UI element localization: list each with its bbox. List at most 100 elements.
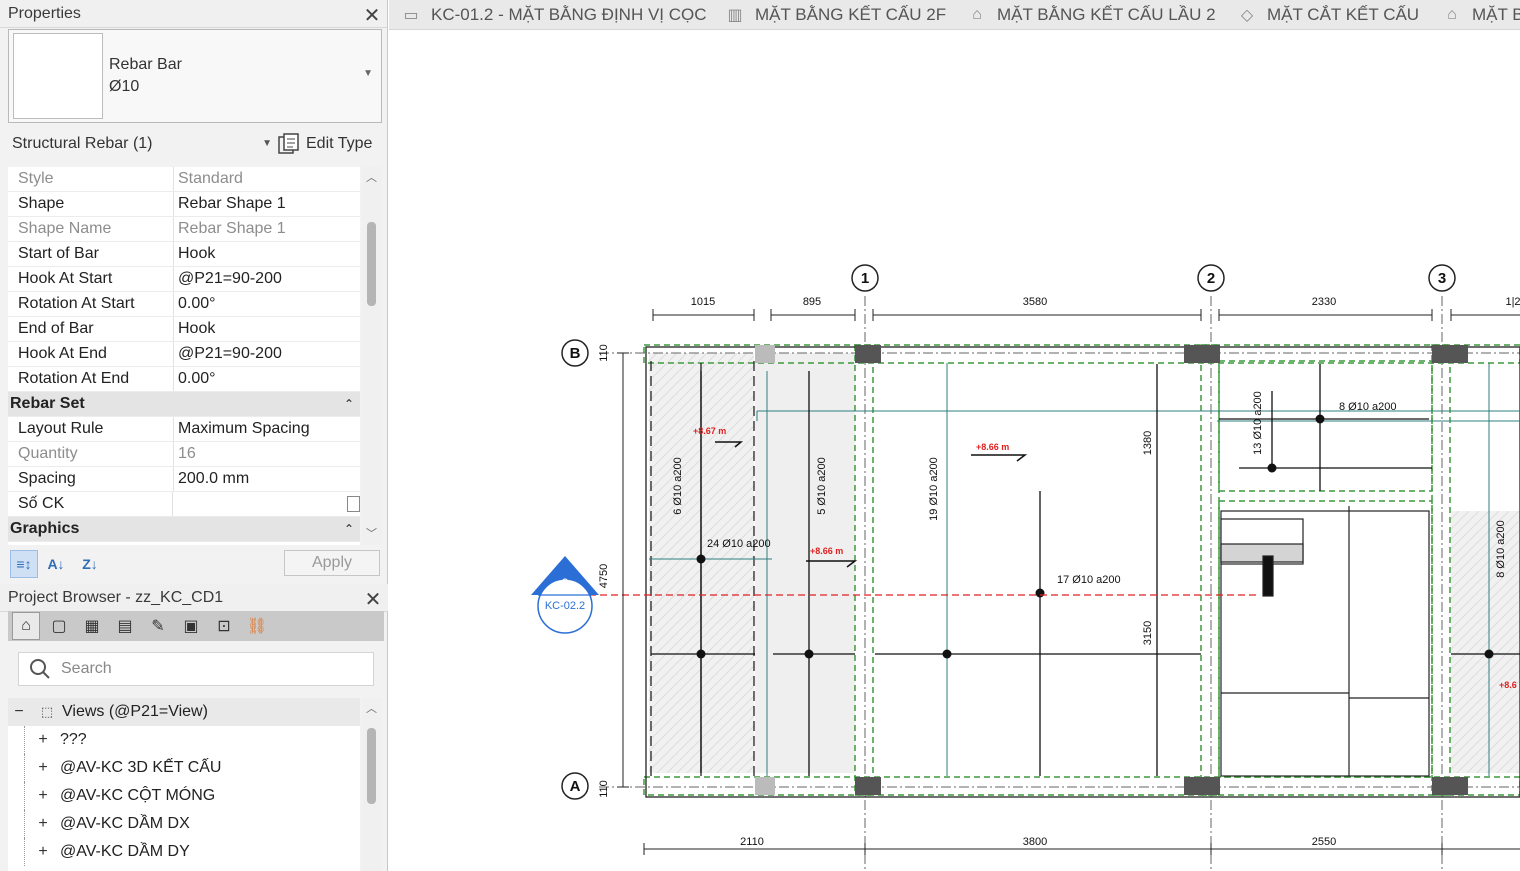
collapse-icon[interactable]: ⌃ [344,522,354,536]
type-family-name: Rebar Bar [109,56,182,73]
rebar-tag[interactable]: 6 Ø10 a200 [672,457,684,515]
dim-text: 3150 [1142,621,1154,645]
section-number: 2 [562,576,569,590]
sheet-icon: ▭ [403,7,419,24]
property-key: Hook At End [8,342,174,366]
tree-node[interactable]: + @AV-KC 3D KẾT CẤU [8,754,360,782]
table-icon[interactable]: ▤ [111,612,139,640]
scroll-thumb[interactable] [367,728,376,804]
section-sheet-ref: KC-02.2 [545,600,585,612]
close-icon[interactable]: ✕ [364,587,382,612]
expand-icon[interactable]: + [36,843,50,861]
search-field[interactable]: Search [18,652,374,686]
sort-categorized-icon[interactable]: ≡↕ [10,550,38,578]
tab-mat-b[interactable]: ⌂ MẶT B [1434,0,1520,29]
tree-node-label: ??? [60,731,87,748]
tab-kc-01-2[interactable]: ▭ KC-01.2 - MẶT BẰNG ĐỊNH VỊ CỌC [393,0,706,29]
scroll-up-icon[interactable]: ︿ [366,169,377,185]
tab-mat-bang-ket-cau-2f[interactable]: ▥ MẶT BẰNG KẾT CẤU 2F [717,0,947,29]
property-value[interactable]: Standard [174,167,360,191]
rebar-tag[interactable]: 24 Ø10 a200 [707,538,771,550]
scroll-up-icon[interactable]: ︿ [366,700,377,716]
scroll-thumb[interactable] [367,222,376,306]
property-value[interactable]: @P21=90-200 [174,267,360,291]
edit-type-label: Edit Type [306,135,373,152]
tree-node[interactable]: + @AV-KC DẦM DX [8,810,360,838]
property-value[interactable]: 0.00° [174,292,360,316]
house-icon: ⌂ [1447,6,1457,23]
level-tag: +8.66 m [810,546,843,556]
home-icon[interactable]: ⌂ [12,612,40,640]
tree-root-views[interactable]: − ⬚ Views (@P21=View) [8,698,360,726]
families-icon[interactable]: ✎ [144,612,172,640]
property-value[interactable]: Maximum Spacing [174,417,360,441]
properties-grid: Style Standard Shape Rebar Shape 1 Shape N… [8,167,360,545]
groups-icon[interactable]: ⊡ [210,612,238,640]
scroll-down-icon[interactable]: ﹀ [366,525,377,541]
expand-icon[interactable]: + [36,759,50,777]
expand-icon[interactable]: + [36,787,50,805]
property-row: Style Standard [8,167,360,192]
rebar-tag[interactable]: 19 Ø10 a200 [928,457,940,521]
close-icon[interactable]: ✕ [363,3,381,28]
collapse-icon[interactable]: ⌃ [344,397,354,411]
expand-icon[interactable]: + [36,815,50,833]
drawing-canvas[interactable]: 2 KC-02.2 1 2 3 B A 1015 895 3580 2330 1… [389,31,1520,871]
collapse-icon[interactable]: − [12,703,26,721]
grid-label: 2 [1207,270,1215,287]
rebar-tag[interactable]: 8 Ø10 a200 [1339,401,1397,413]
edit-type-button[interactable]: Edit Type [278,130,372,158]
browser-tree: − ⬚ Views (@P21=View) +??? + @AV-KC 3D KẾ… [8,698,360,871]
house-icon: ⌂ [972,6,982,23]
tab-mat-cat-ket-cau[interactable]: ◇ MẶT CẮT KẾT CẤU [1229,0,1420,29]
property-row: Quantity 16 [8,442,360,467]
property-value[interactable]: @P21=90-200 [174,342,360,366]
tree-node-label: @AV-KC 3D KẾT CẤU [60,759,222,776]
category-filter-value: Structural Rebar (1) [12,135,153,152]
dim-text: 3800 [1023,836,1047,848]
search-placeholder: Search [61,660,112,677]
sort-descending-icon[interactable]: Z↓ [76,550,104,578]
type-selector[interactable]: Rebar Bar Ø10 ▼ [8,29,382,123]
property-value[interactable]: 0.00° [174,367,360,391]
sort-ascending-icon[interactable]: A↓ [42,550,70,578]
property-value-checkbox[interactable] [173,492,360,516]
structural-plan-drawing[interactable]: 2 KC-02.2 1 2 3 B A 1015 895 3580 2330 1… [389,31,1520,871]
rebar-tag[interactable]: 13 Ø10 a200 [1252,391,1264,455]
apply-button[interactable]: Apply [284,550,380,576]
properties-scrollbar[interactable]: ︿ ﹀ [362,167,382,545]
rebar-tag[interactable]: 5 Ø10 a200 [816,457,828,515]
properties-toolbar: ≡↕ A↓ Z↓ Apply [8,548,382,580]
property-value[interactable]: Rebar Shape 1 [174,192,360,216]
section-marker[interactable]: 2 KC-02.2 [531,556,599,634]
browser-scrollbar[interactable]: ︿ [362,698,382,871]
property-value[interactable]: 200.0 mm [174,467,360,491]
sheets-icon[interactable]: ▣ [177,612,205,640]
property-value[interactable]: Hook [174,242,360,266]
schedules-icon[interactable]: ▦ [78,612,106,640]
property-value[interactable]: Hook [174,317,360,341]
plan-icon: ▥ [727,7,743,24]
property-key: Hook At Start [8,267,174,291]
views-icon[interactable]: ▢ [45,612,73,640]
tree-node[interactable]: +??? [8,726,360,754]
search-icon [30,659,50,679]
chevron-down-icon[interactable]: ▼ [363,68,373,79]
tab-mat-bang-ket-cau-lau-2[interactable]: ⌂ MẶT BẰNG KẾT CẤU LẦU 2 [959,0,1215,29]
tab-label: MẶT CẮT KẾT CẤU [1267,5,1420,24]
dim-text: 2110 [740,836,764,848]
expand-icon[interactable]: + [36,731,50,749]
link-icon[interactable]: ⛓ [243,612,271,640]
checkbox[interactable] [347,496,360,512]
tab-label: MẶT BẰNG KẾT CẤU 2F [755,5,947,24]
property-key: Style [8,167,174,191]
tree-node[interactable]: + @AV-KC DẦM DY [8,838,360,866]
category-filter-dropdown[interactable]: Structural Rebar (1) ▼ [8,130,272,158]
group-header-graphics[interactable]: Graphics ⌃ [8,517,360,542]
dim-text: 895 [803,296,821,308]
rebar-tag[interactable]: 17 Ø10 a200 [1057,574,1121,586]
group-header-rebar-set[interactable]: Rebar Set ⌃ [8,392,360,417]
dim-text: 1380 [1142,431,1154,455]
tree-node[interactable]: + @AV-KC CỘT MÓNG [8,782,360,810]
rebar-tag[interactable]: 8 Ø10 a200 [1495,520,1507,578]
